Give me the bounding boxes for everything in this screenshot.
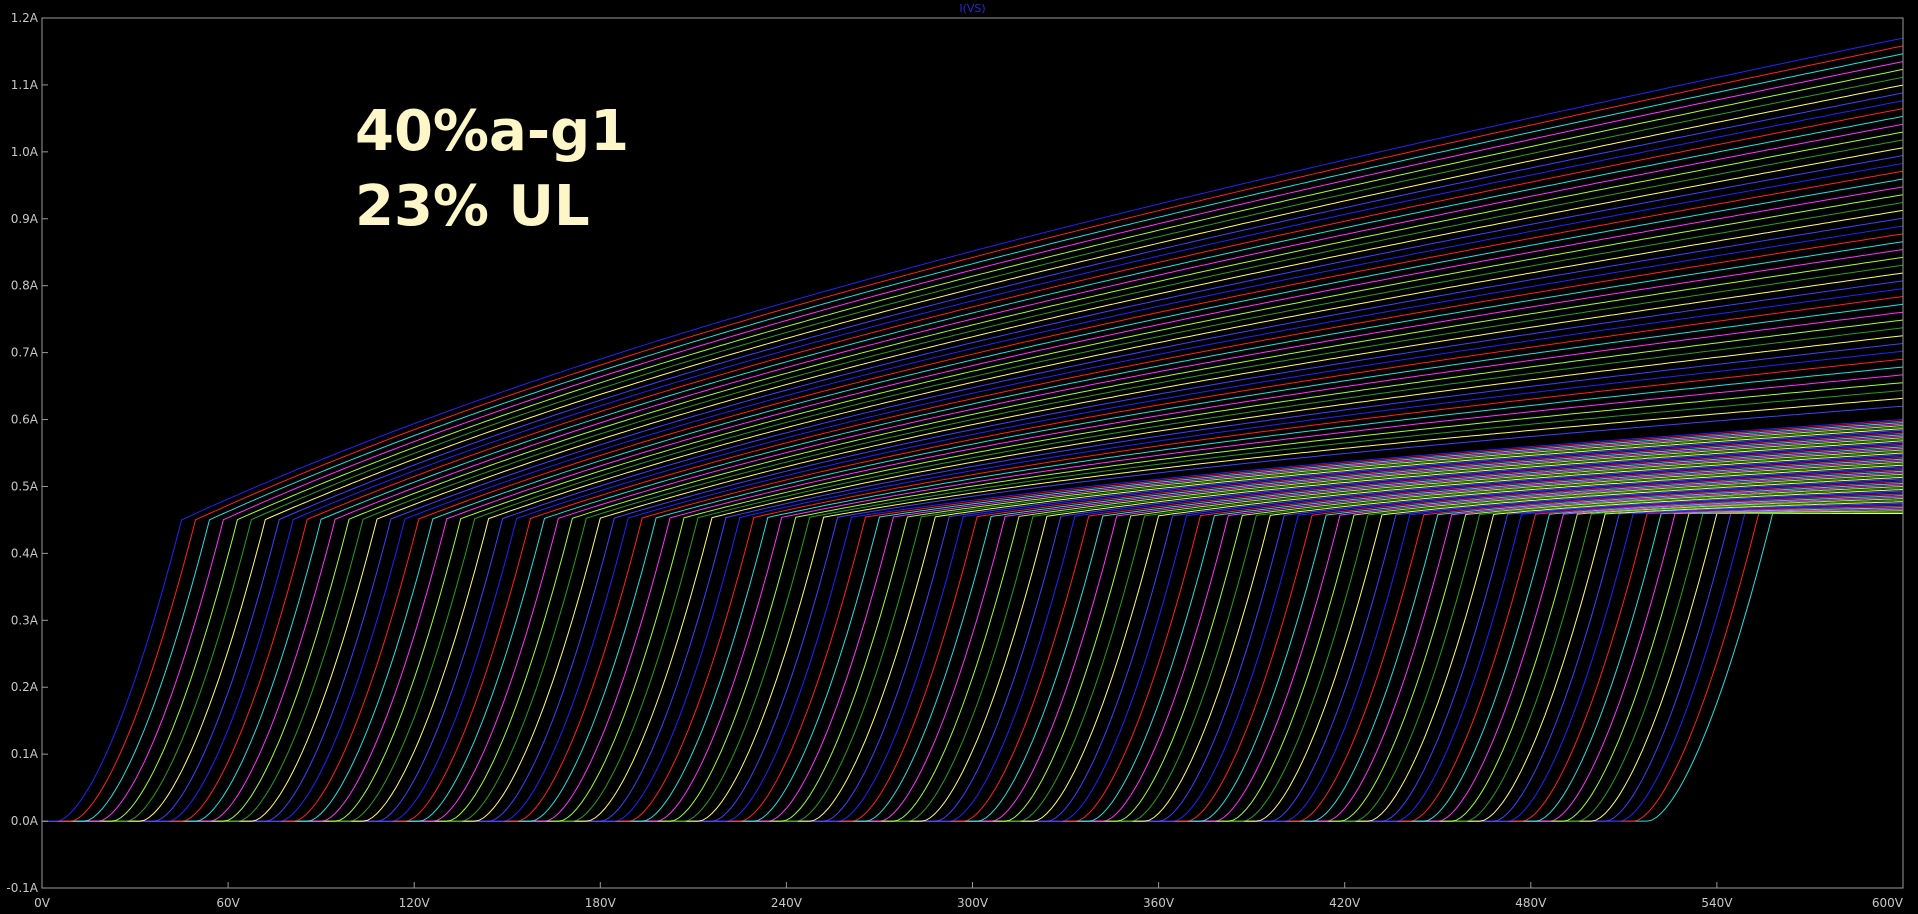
y-tick-label: 0.8A [11,279,39,293]
annotation-line-2: 23% UL [355,174,590,239]
x-tick-label: 120V [399,896,431,910]
y-tick-label: 0.1A [11,747,39,761]
x-tick-label: 600V [1872,896,1904,910]
x-tick-label: 60V [216,896,240,910]
y-tick-label: 0.0A [11,814,39,828]
x-tick-label: 360V [1143,896,1175,910]
x-tick-label: 0V [34,896,51,910]
plot-area: 1.2A 1.1A 1.0A 0.9A 0.8A 0.7A 0.6A 0.5A 0.4A 0.3A… [0,0,1918,914]
x-tick-label: 540V [1701,896,1733,910]
x-tick-label: 180V [585,896,617,910]
x-tick-label: 420V [1329,896,1361,910]
annotation-line-1: 40%a-g1 [355,99,629,164]
y-tick-label: 1.2A [11,11,39,25]
x-tick-label: 300V [957,896,989,910]
y-tick-label: 0.7A [11,346,39,360]
y-tick-label: 0.4A [11,546,39,560]
y-tick-label: 0.3A [11,613,39,627]
y-tick-label: 0.9A [11,212,39,226]
y-tick-label: -0.1A [6,881,38,895]
y-tick-label: 0.5A [11,479,39,493]
y-tick-label: 1.0A [11,145,39,159]
y-tick-label: 1.1A [11,78,39,92]
x-tick-label: 480V [1515,896,1547,910]
y-tick-label: 0.6A [11,413,39,427]
x-tick-label: 240V [771,896,803,910]
y-tick-label: 0.2A [11,680,39,694]
iv-curve-chart: 1.2A 1.1A 1.0A 0.9A 0.8A 0.7A 0.6A 0.5A 0.4A 0.3A… [0,0,1918,914]
trace-title: I(VS) [959,2,985,15]
